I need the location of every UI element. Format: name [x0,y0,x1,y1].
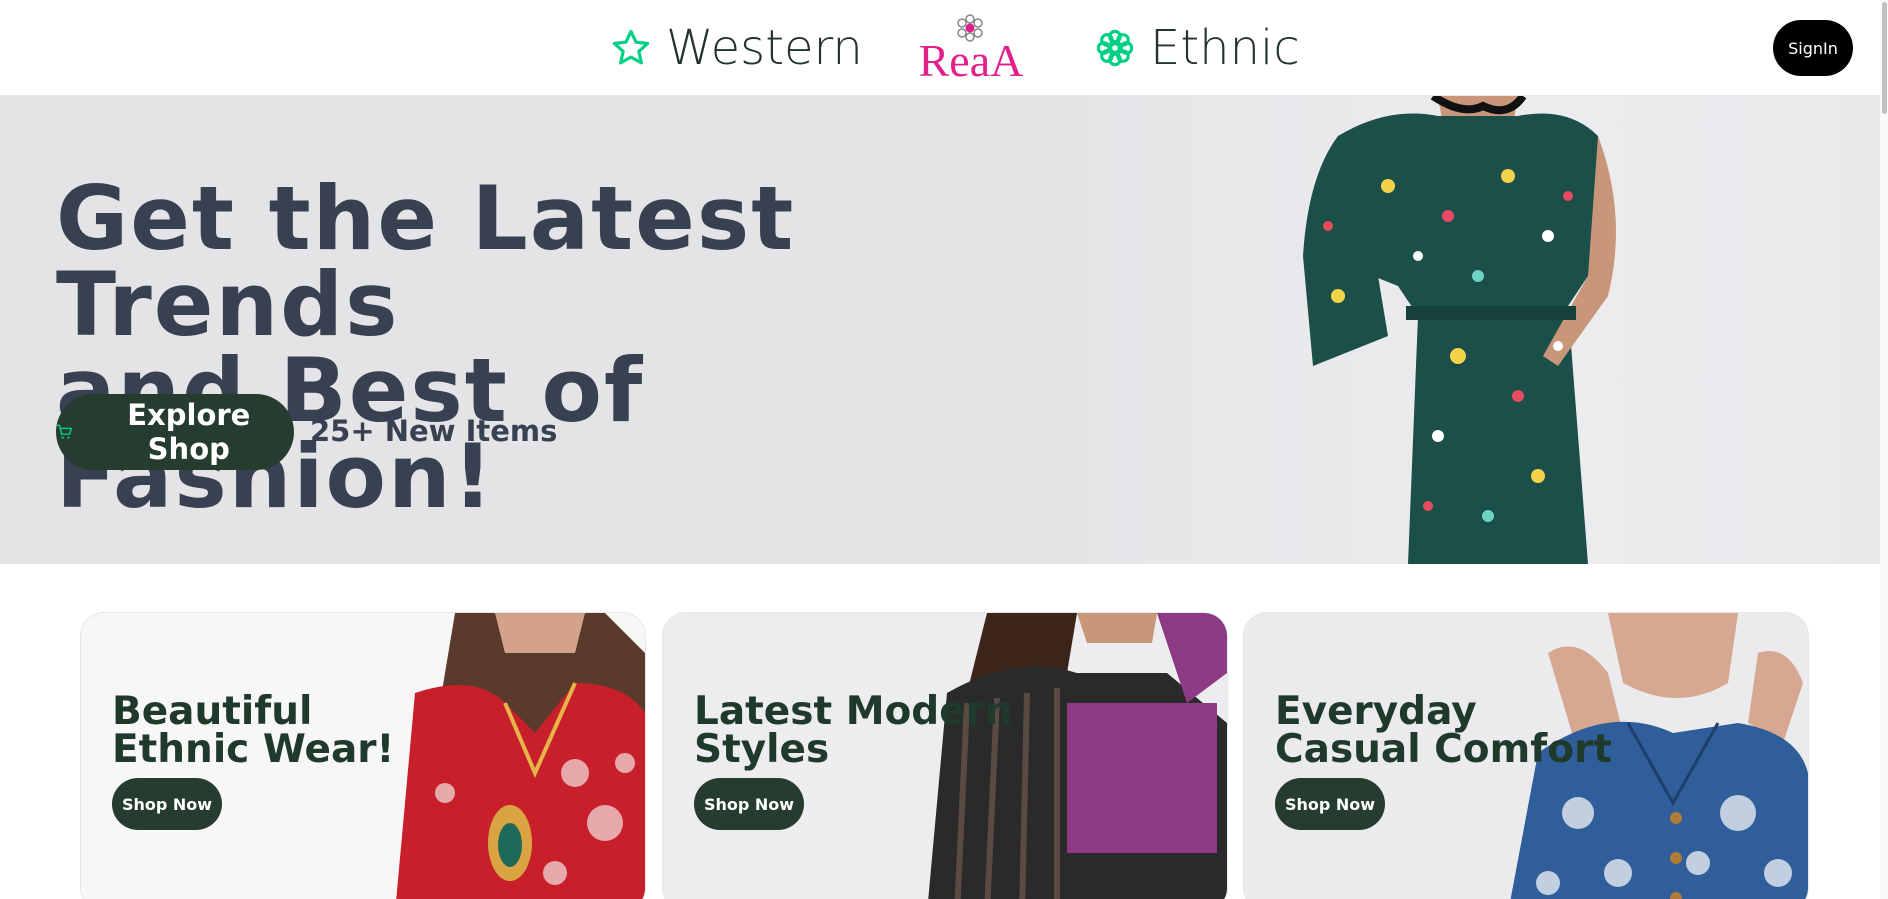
card-title-casual: Everyday Casual Comfort [1275,689,1612,772]
nav-ethnic-label: Ethnic [1150,20,1300,76]
explore-shop-button[interactable]: Explore Shop [56,394,294,470]
nav-western-link[interactable]: Western [610,18,863,78]
hero-banner: Get the Latest Trends and Best of Fashio… [0,96,1880,564]
explore-shop-label: Explore Shop [127,398,251,466]
card-title-ethnic: Beautiful Ethnic Wear! [112,689,395,772]
hero-title-line1: Get the Latest Trends [56,167,796,356]
brand-logo[interactable]: ReaA [910,12,1032,84]
star-icon [612,29,650,65]
hero-dress-image [1088,96,1880,564]
new-items-count: 25+ New Items [310,414,558,448]
page-scrollbar[interactable] [1880,0,1888,899]
flower-icon [1096,29,1134,67]
category-card-ethnic[interactable]: Beautiful Ethnic Wear! Shop Now [80,612,646,899]
nav-ethnic-link[interactable]: Ethnic [1094,18,1300,78]
hero-dress-illustration [1303,96,1616,564]
card-title-modern: Latest Modern Styles [694,689,1013,772]
shop-now-button-modern[interactable]: Shop Now [694,778,804,830]
site-header: Western ReaA Ethnic SignIn [0,0,1888,96]
signin-button[interactable]: SignIn [1773,20,1853,76]
logo-text: ReaA [919,35,1024,84]
shop-now-button-ethnic[interactable]: Shop Now [112,778,222,830]
category-card-modern[interactable]: Latest Modern Styles Shop Now [662,612,1228,899]
cart-icon [56,424,73,439]
scrollbar-thumb[interactable] [1882,2,1887,114]
category-card-casual[interactable]: Everyday Casual Comfort Shop Now [1243,612,1809,899]
nav-western-label: Western [666,20,863,76]
shop-now-button-casual[interactable]: Shop Now [1275,778,1385,830]
